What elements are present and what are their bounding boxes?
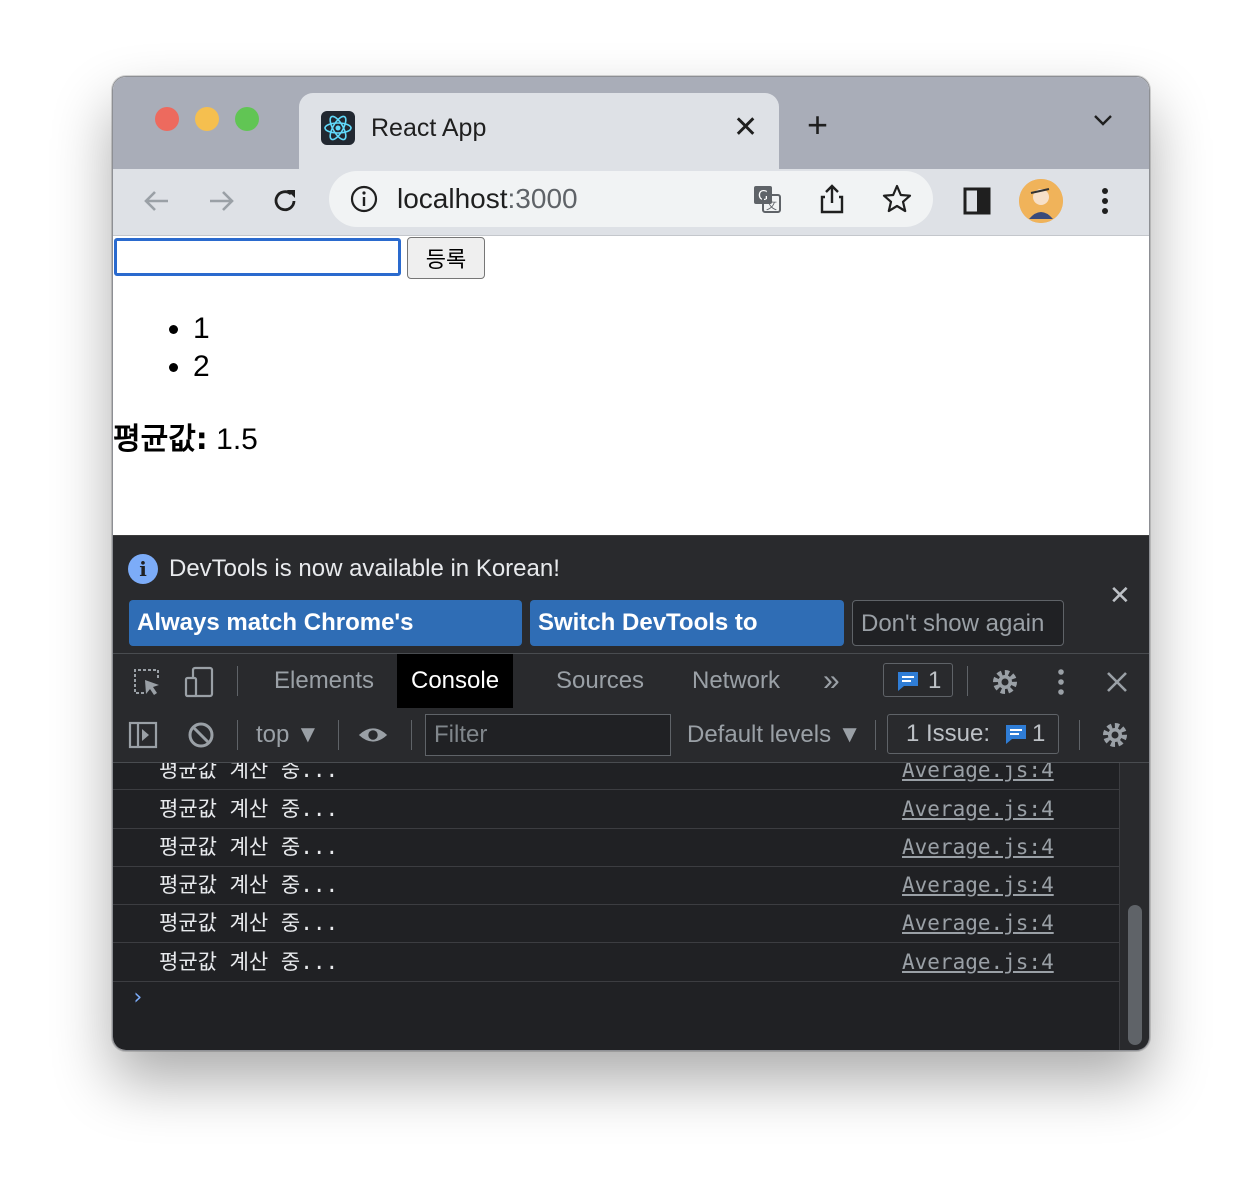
list-item: 1 [193,310,210,348]
device-toolbar-icon[interactable] [183,666,215,698]
more-tabs-button[interactable]: » [809,654,854,708]
clear-icon[interactable] [185,719,217,751]
language-banner: i DevTools is now available in Korean! ✕… [113,535,1149,682]
dont-show-again-button[interactable]: Don't show again [852,600,1064,646]
plus-icon[interactable]: + [807,107,828,143]
react-icon [321,111,355,145]
info-icon[interactable] [349,184,379,219]
log-levels-dropdown[interactable]: Default levels ▼ [687,718,862,752]
sidepanel-icon[interactable] [957,181,997,221]
register-button[interactable]: 등록 [407,237,485,279]
issues-label: 1 Issue: [906,720,991,747]
url-host: localhost [397,183,508,214]
tab-strip: React App ✕ + [113,77,1149,169]
list-item: 2 [193,348,210,386]
close-window-button[interactable] [155,107,179,131]
log-message: 평균값 계산 중... [159,797,339,821]
close-icon[interactable]: ✕ [1109,580,1131,611]
devtools-tab-bar: Elements Console Sources Network » 1 [113,653,1149,709]
kebab-menu-icon[interactable] [1085,181,1125,221]
messages-badge[interactable]: 1 [883,663,953,697]
console-output: 평균값 계산 중... Average.js:4 평균값 계산 중... Ave… [113,763,1119,1050]
banner-text: DevTools is now available in Korean! [169,555,560,582]
gear-icon[interactable] [989,666,1021,698]
average-value: 1.5 [216,423,258,456]
share-icon[interactable] [817,183,847,220]
log-source-link[interactable]: Average.js:4 [902,908,1054,938]
separator [967,666,968,696]
url-text: localhost:3000 [397,181,578,217]
number-list: 1 2 [163,310,210,386]
tab-react-app[interactable]: React App ✕ [299,93,779,169]
log-message: 평균값 계산 중... [159,911,339,935]
tab-console[interactable]: Console [397,654,514,708]
always-match-language-button[interactable]: Always match Chrome's language [129,600,522,682]
separator [1079,720,1080,750]
reload-icon[interactable] [265,181,305,221]
table-row: 평균값 계산 중... Average.js:4 [113,943,1119,982]
inspect-icon[interactable] [131,666,163,698]
avatar[interactable] [1019,179,1063,223]
separator [237,666,238,696]
separator [411,720,412,750]
log-source-link[interactable]: Average.js:4 [902,870,1054,900]
log-message: 평균값 계산 중... [159,873,339,897]
message-icon [896,670,920,697]
issues-button[interactable]: 1 Issue: 1 [887,714,1059,754]
eye-icon[interactable] [357,719,389,751]
log-source-link[interactable]: Average.js:4 [902,763,1054,785]
table-row: 평균값 계산 중... Average.js:4 [113,828,1119,867]
table-row: 평균값 계산 중... Average.js:4 [113,904,1119,943]
console-scrollbar[interactable] [1119,763,1149,1050]
issues-count: 1 [1032,720,1046,747]
translate-icon[interactable]: G文 [751,183,783,220]
switch-to-korean-button[interactable]: Switch DevTools to Korean [530,600,844,682]
filter-input[interactable]: Filter [425,714,671,756]
console-toolbar: top ▼ Filter Default levels ▼ 1 Issue: 1 [113,708,1149,763]
context-selector[interactable]: top ▼ [256,718,320,752]
address-bar[interactable]: localhost:3000 G文 [329,171,933,227]
forward-icon[interactable] [201,181,241,221]
info-icon: i [128,554,158,584]
log-message: 평균값 계산 중... [159,835,339,859]
star-icon[interactable] [881,183,913,220]
tab-title: React App [371,114,487,142]
zoom-window-button[interactable] [235,107,259,131]
close-icon[interactable]: ✕ [733,111,758,145]
console-prompt[interactable]: › [131,985,144,1010]
tab-network[interactable]: Network [678,654,794,708]
log-source-link[interactable]: Average.js:4 [902,832,1054,862]
number-input[interactable] [114,238,401,276]
separator [237,720,238,750]
table-row: 평균값 계산 중... Average.js:4 [113,866,1119,905]
tab-sources[interactable]: Sources [542,654,658,708]
separator [875,720,876,750]
log-source-link[interactable]: Average.js:4 [902,947,1054,977]
message-count: 1 [928,667,942,694]
chevron-down-icon[interactable] [1093,113,1113,133]
gear-icon[interactable] [1099,719,1131,751]
close-icon[interactable] [1101,666,1133,698]
back-icon[interactable] [137,181,177,221]
tab-elements[interactable]: Elements [260,654,388,708]
scrollbar-thumb[interactable] [1128,905,1142,1045]
log-source-link[interactable]: Average.js:4 [902,794,1054,824]
average-label: 평균값: [113,422,208,457]
minimize-window-button[interactable] [195,107,219,131]
url-port: :3000 [507,183,578,214]
average-display: 평균값: 1.5 [113,420,258,460]
table-row: 평균값 계산 중... Average.js:4 [113,790,1119,829]
log-message: 평균값 계산 중... [159,763,339,782]
svg-text:文: 文 [766,198,777,212]
message-icon [1004,723,1028,750]
page-viewport: 등록 1 2 평균값: 1.5 [113,236,1149,536]
browser-toolbar: localhost:3000 G文 [113,169,1149,236]
separator [338,720,339,750]
sidebar-toggle-icon[interactable] [127,719,159,751]
log-message: 평균값 계산 중... [159,950,339,974]
table-row: 평균값 계산 중... Average.js:4 [113,763,1119,790]
browser-window: React App ✕ + localhost:3000 G文 등록 • 1 •… [112,76,1150,1051]
kebab-menu-icon[interactable] [1045,666,1077,698]
devtools-panel: i DevTools is now available in Korean! ✕… [113,535,1149,1050]
